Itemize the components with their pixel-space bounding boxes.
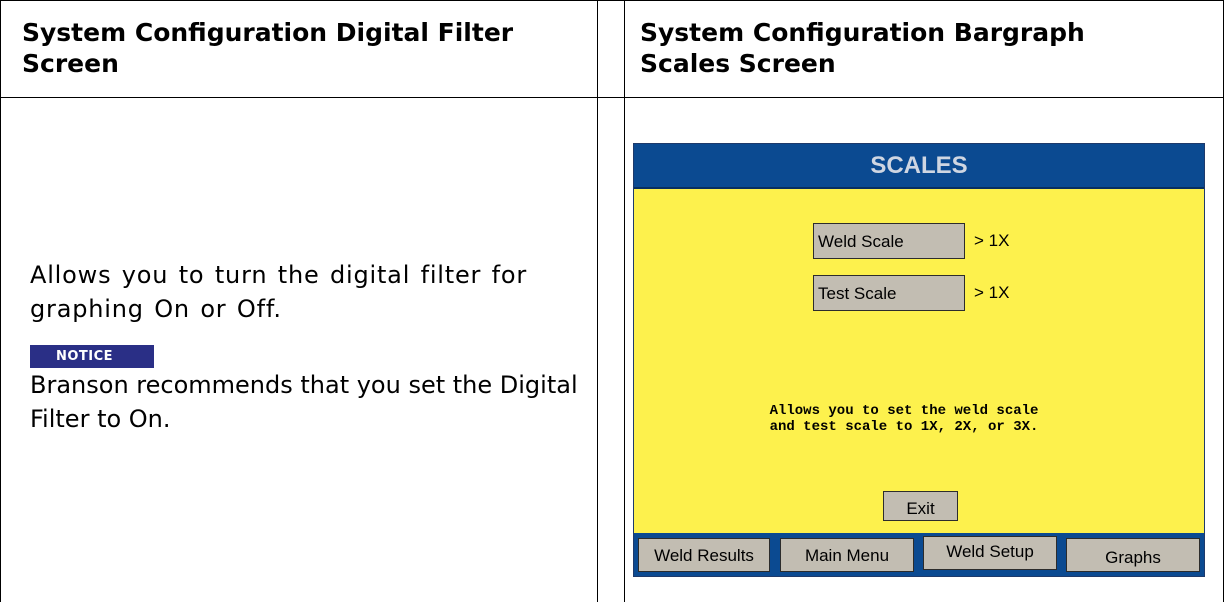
table-column-divider-left [597, 0, 598, 602]
screen-title: SCALES [634, 144, 1204, 189]
bottom-nav-bar: Weld Results Main Menu Weld Setup Graphs [634, 533, 1204, 576]
digital-filter-description: Allows you to turn the digital filter fo… [30, 261, 528, 323]
scales-info-text: Allows you to set the weld scale and tes… [694, 403, 1114, 435]
graphs-button[interactable]: Graphs [1066, 538, 1200, 572]
scales-info-line-1: Allows you to set the weld scale [769, 403, 1039, 419]
left-column-header: System Configuration Digital Filter Scre… [22, 18, 514, 78]
table-left-border [0, 0, 1, 602]
test-scale-value: > 1X [974, 283, 1010, 302]
notice-label: NOTICE [30, 345, 154, 368]
weld-setup-button[interactable]: Weld Setup [923, 536, 1057, 570]
table-column-divider-right [624, 0, 625, 602]
notice-text: Branson recommends that you set the Digi… [30, 371, 578, 433]
right-column-header: System Configuration Bargraph Scales Scr… [640, 18, 1085, 78]
test-scale-button[interactable]: Test Scale [813, 275, 965, 311]
table-top-border [0, 0, 1224, 1]
scales-info-line-2: and test scale to 1X, 2X, or 3X. [769, 419, 1039, 435]
weld-scale-button[interactable]: Weld Scale [813, 223, 965, 259]
table-header-divider [0, 97, 1224, 98]
weld-scale-value: > 1X [974, 231, 1010, 250]
scales-screen: SCALES Weld Scale > 1X Test Scale > 1X A… [633, 143, 1205, 577]
main-menu-button[interactable]: Main Menu [780, 538, 914, 572]
exit-button[interactable]: Exit [883, 491, 958, 521]
manual-page: System Configuration Digital Filter Scre… [0, 0, 1224, 602]
weld-results-button[interactable]: Weld Results [638, 538, 770, 572]
